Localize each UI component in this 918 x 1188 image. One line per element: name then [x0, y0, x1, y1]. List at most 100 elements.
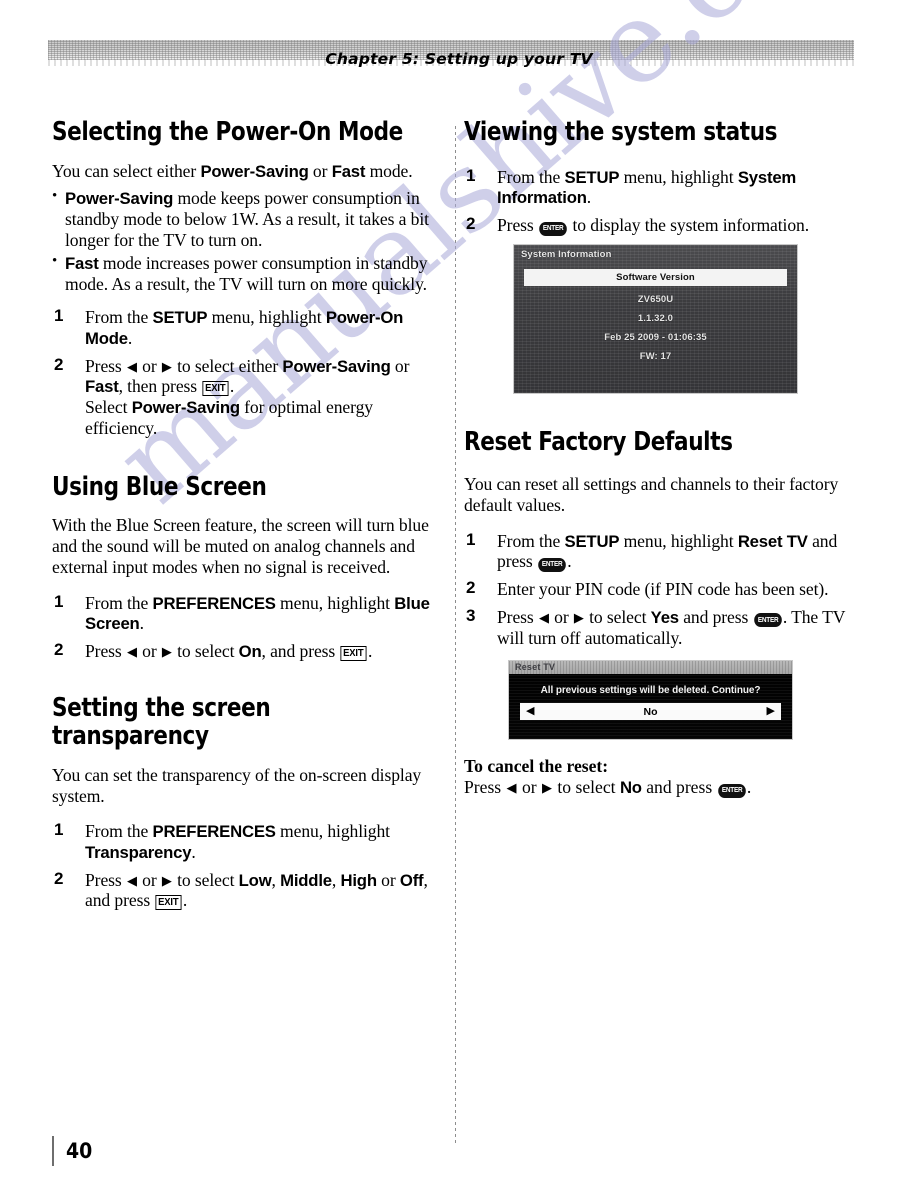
intro-text-c: mode. [365, 160, 413, 181]
system-status-steps: 1 From the SETUP menu, highlight System … [464, 165, 856, 236]
reset-body: You can reset all settings and channels … [464, 474, 839, 516]
cancel-text: Press [464, 777, 506, 798]
step-number: 1 [466, 165, 476, 185]
sysinfo-model: ZV650U [637, 293, 674, 305]
step-text: . [368, 641, 373, 662]
option-middle: Middle [280, 870, 332, 890]
menu-name-preferences: PREFERENCES [152, 822, 276, 842]
arrow-left-icon: ◀ [126, 644, 137, 660]
step-number: 1 [54, 306, 64, 326]
step-number: 2 [54, 868, 64, 888]
step-1: 1 From the SETUP menu, highlight System … [464, 165, 856, 209]
enter-key-icon: ENTER [753, 613, 782, 628]
menu-name-setup: SETUP [152, 308, 208, 328]
step-number: 2 [466, 214, 476, 234]
option-high: High [340, 870, 377, 890]
menu-name-preferences: PREFERENCES [152, 593, 276, 613]
step-number: 1 [54, 820, 64, 840]
intro-bold-fast: Fast [331, 161, 366, 181]
power-on-intro: You can select either Power-Saving or Fa… [52, 161, 438, 182]
step-text: Press [497, 215, 538, 236]
step-text: Press [85, 355, 126, 376]
step-number: 2 [54, 354, 64, 374]
step-subtext: Select [85, 397, 132, 418]
step-text: menu, highlight [619, 166, 738, 187]
step-text: From the [497, 530, 565, 551]
sysinfo-build-date: Feb 25 2009 - 01:06:35 [604, 331, 707, 343]
option-off: Off [399, 870, 424, 890]
step-text: . [139, 613, 144, 634]
step-text: From the [85, 307, 153, 328]
intro-text-b: or [308, 160, 332, 181]
power-on-steps: 1 From the SETUP menu, highlight Power-O… [52, 306, 438, 439]
step-3: 3 Press ◀ or ▶ to select Yes and press E… [464, 606, 856, 649]
option-yes: Yes [650, 607, 679, 627]
cancel-reset-note: To cancel the reset: Press ◀ or ▶ to sel… [464, 756, 856, 798]
arrow-right-icon: ▶ [161, 872, 172, 888]
transparency-body: You can set the transparency of the on-s… [52, 764, 422, 807]
arrow-right-icon: ▶ [161, 358, 172, 374]
arrow-left-icon: ◀ [506, 780, 517, 796]
reset-dialog-titlebar: Reset TV [509, 661, 792, 675]
step-text: . [586, 187, 592, 208]
step-text: . [229, 376, 235, 397]
intro-bold-power-saving: Power-Saving [200, 161, 309, 181]
transparency-steps: 1 From the PREFERENCES menu, highlight T… [52, 820, 438, 911]
right-column: Viewing the system status 1 From the SET… [464, 118, 856, 798]
menu-item-transparency: Transparency [85, 842, 192, 862]
folio: 40 [52, 1136, 92, 1166]
reset-dialog-value: No [643, 705, 658, 718]
reset-steps: 1 From the SETUP menu, highlight Reset T… [464, 530, 856, 649]
step-text: or [390, 355, 410, 376]
step-text: . [567, 551, 572, 572]
step-number: 2 [54, 640, 64, 660]
step-text: . [182, 890, 188, 911]
step-text: . [127, 327, 133, 348]
reset-dialog-title: Reset TV [515, 662, 556, 673]
enter-key-icon: ENTER [538, 557, 566, 572]
step-text: menu, highlight [207, 307, 326, 328]
step-text: , [271, 869, 281, 890]
software-version-header: Software Version [524, 268, 787, 286]
step-text: menu, highlight [619, 530, 738, 551]
arrow-left-icon[interactable]: ◀ [526, 706, 534, 717]
step-text: menu, highlight [275, 821, 390, 842]
option-no: No [619, 778, 642, 798]
arrow-left-icon: ◀ [126, 872, 137, 888]
blue-screen-body: With the Blue Screen feature, the screen… [52, 515, 429, 578]
reset-tv-dialog-screenshot: Reset TV All previous settings will be d… [508, 660, 793, 741]
arrow-left-icon: ◀ [538, 609, 549, 625]
cancel-text: to select [553, 777, 620, 798]
option-power-saving: Power-Saving [282, 356, 391, 376]
step-text: . [191, 841, 196, 862]
intro-text-a: You can select either [52, 160, 201, 181]
step-1: 1 From the PREFERENCES menu, highlight T… [52, 820, 438, 863]
step-text: From the [85, 592, 153, 613]
step-text: or [137, 869, 161, 890]
left-column: Selecting the Power-On Mode You can sele… [52, 118, 438, 918]
menu-item-reset-tv: Reset TV [737, 531, 808, 551]
option-fast: Fast [85, 377, 119, 397]
reset-dialog-selector[interactable]: ◀ No ▶ [520, 703, 781, 721]
step-text: or [549, 606, 573, 627]
option-low: Low [238, 870, 272, 890]
step-2: 2 Press ENTER to display the system info… [464, 214, 856, 236]
step-text: menu, highlight [275, 592, 395, 613]
page-number: 40 [66, 1139, 93, 1163]
step-text: or [137, 355, 161, 376]
arrow-right-icon: ▶ [573, 609, 584, 625]
step-text: or [137, 641, 161, 662]
arrow-right-icon[interactable]: ▶ [767, 706, 775, 717]
enter-key-icon: ENTER [539, 221, 567, 236]
step-1: 1 From the PREFERENCES menu, highlight B… [52, 592, 438, 635]
sysinfo-firmware: FW: 17 [639, 350, 672, 362]
step-text: , then press [118, 376, 202, 397]
bullet-term-fast: Fast [65, 253, 99, 273]
reset-dialog-message: All previous settings will be deleted. C… [540, 685, 761, 697]
cancel-text: . [746, 777, 752, 798]
heading-screen-transparency: Setting the screen transparency [52, 692, 271, 752]
step-1: 1 From the SETUP menu, highlight Reset T… [464, 530, 856, 573]
arrow-left-icon: ◀ [126, 358, 137, 374]
running-head: Chapter 5: Setting up your TV [325, 50, 593, 68]
exit-key-icon: EXIT [202, 380, 229, 397]
